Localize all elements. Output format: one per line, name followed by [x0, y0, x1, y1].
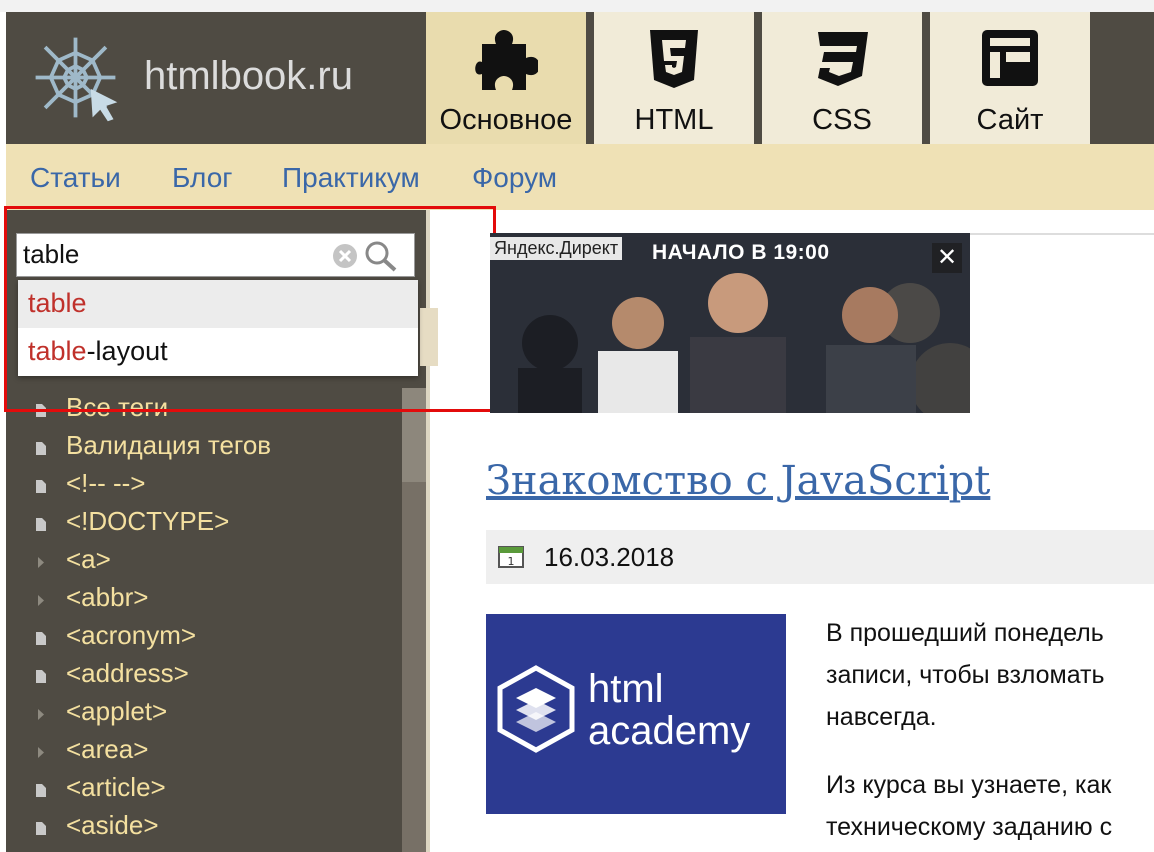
html-academy-logo-icon	[497, 665, 575, 753]
sidebar-tag-label: <abbr>	[66, 582, 149, 612]
arrow-icon	[38, 747, 44, 758]
article-paragraph-2: Из курса вы узнаете, как техническому за…	[826, 764, 1154, 848]
ad-banner-text: НАЧАЛО В 19:00	[652, 241, 830, 264]
tab-label: HTML	[634, 104, 714, 136]
top-strip	[0, 0, 1154, 12]
doc-icon	[36, 518, 46, 531]
article-date-bar: 1 16.03.2018	[486, 530, 1154, 584]
content-divider	[970, 233, 1154, 235]
css3-icon	[818, 32, 868, 86]
sidebar-tag-label: <acronym>	[66, 620, 197, 650]
html5-icon	[650, 30, 698, 88]
ad-label: Яндекс.Директ	[490, 237, 623, 260]
tab-label: Сайт	[976, 104, 1044, 136]
article-date: 16.03.2018	[544, 542, 675, 572]
thumbnail-text: html academy	[588, 668, 750, 752]
subnav-link-forum[interactable]: Форум	[472, 162, 557, 194]
ad-close-button[interactable]: ✕	[932, 243, 962, 273]
spider-web-logo-icon[interactable]	[28, 30, 123, 125]
doc-icon	[36, 670, 46, 683]
tab-html[interactable]: HTML	[594, 12, 754, 144]
svg-text:1: 1	[508, 555, 515, 568]
sidebar-tag-label: <a>	[66, 544, 111, 574]
sidebar-tag-label: <!-- -->	[66, 468, 146, 498]
sidebar-tag-label: <!DOCTYPE>	[66, 506, 230, 536]
sidebar-tag-label: <area>	[66, 734, 149, 764]
site-header: htmlbook.ru Основное HTML CSS Сайт	[6, 12, 1154, 144]
arrow-icon	[38, 709, 44, 720]
sidebar-tag-label: <article>	[66, 772, 166, 802]
doc-icon	[36, 784, 46, 797]
sidebar-tag-label: <applet>	[66, 696, 168, 726]
doc-icon	[36, 822, 46, 835]
sidebar-tag-label: <address>	[66, 658, 189, 688]
tab-css[interactable]: CSS	[762, 12, 922, 144]
subnav-link-articles[interactable]: Статьи	[30, 162, 121, 194]
highlight-box	[4, 206, 496, 412]
paragraph-line: В прошедший понедель	[826, 619, 1104, 647]
doc-icon	[36, 480, 46, 493]
tab-label: CSS	[812, 104, 872, 136]
sidebar-tag-label: Валидация тегов	[66, 430, 272, 460]
calendar-icon: 1	[498, 546, 524, 568]
tab-label: Основное	[439, 104, 573, 136]
paragraph-line: Из курса вы узнаете, как	[826, 771, 1112, 799]
layout-icon	[982, 30, 1038, 86]
article-thumbnail[interactable]: html academy	[486, 614, 786, 814]
arrow-icon	[38, 595, 44, 606]
doc-icon	[36, 632, 46, 645]
sidebar-tag-label: <aside>	[66, 810, 159, 840]
subnav-link-blog[interactable]: Блог	[172, 162, 233, 194]
ad-banner[interactable]: Яндекс.Директ НАЧАЛО В 19:00 ✕	[490, 233, 970, 413]
thumbnail-text-line2: academy	[588, 709, 751, 753]
paragraph-line: записи, чтобы взломать	[826, 661, 1105, 689]
article-title-link[interactable]: Знакомство с JavaScript	[486, 458, 990, 504]
tab-sait[interactable]: Сайт	[930, 12, 1090, 144]
tab-osnovnoe[interactable]: Основное	[426, 12, 586, 144]
article-paragraph-1: В прошедший понедель записи, чтобы взлом…	[826, 612, 1154, 738]
arrow-icon	[38, 557, 44, 568]
paragraph-line: навсегда.	[826, 703, 937, 731]
site-logo-text[interactable]: htmlbook.ru	[144, 54, 353, 99]
paragraph-line: техническому заданию с	[826, 813, 1113, 841]
subnav: Статьи Блог Практикум Форум	[6, 144, 1154, 210]
doc-icon	[36, 442, 46, 455]
puzzle-icon	[475, 30, 538, 90]
subnav-link-practicum[interactable]: Практикум	[282, 162, 420, 194]
thumbnail-text-line1: html	[588, 667, 664, 711]
